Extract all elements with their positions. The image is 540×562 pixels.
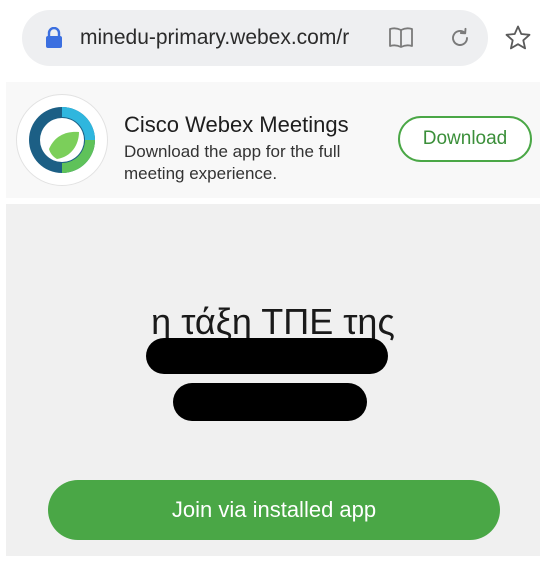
download-button[interactable]: Download	[398, 116, 532, 162]
app-install-banner: Cisco Webex Meetings Download the app fo…	[6, 82, 540, 198]
address-bar[interactable]: minedu-primary.webex.com/r	[22, 10, 488, 66]
reader-mode-icon[interactable]	[388, 26, 414, 50]
star-icon[interactable]	[504, 24, 532, 52]
webex-logo-icon	[16, 94, 108, 186]
app-name: Cisco Webex Meetings	[124, 112, 349, 137]
meeting-panel: η τάξη ΤΠΕ της Join via installed app	[6, 204, 540, 556]
page: minedu-primary.webex.com/r Cisco Webex M…	[0, 0, 540, 562]
lock-icon[interactable]	[44, 26, 64, 49]
url-text[interactable]: minedu-primary.webex.com/r	[80, 25, 378, 51]
redaction-bar	[173, 383, 367, 421]
redaction-bar	[146, 338, 388, 374]
join-via-app-button[interactable]: Join via installed app	[48, 480, 500, 540]
app-description: Download the app for the full meeting ex…	[124, 142, 341, 183]
reload-icon[interactable]	[448, 26, 472, 50]
